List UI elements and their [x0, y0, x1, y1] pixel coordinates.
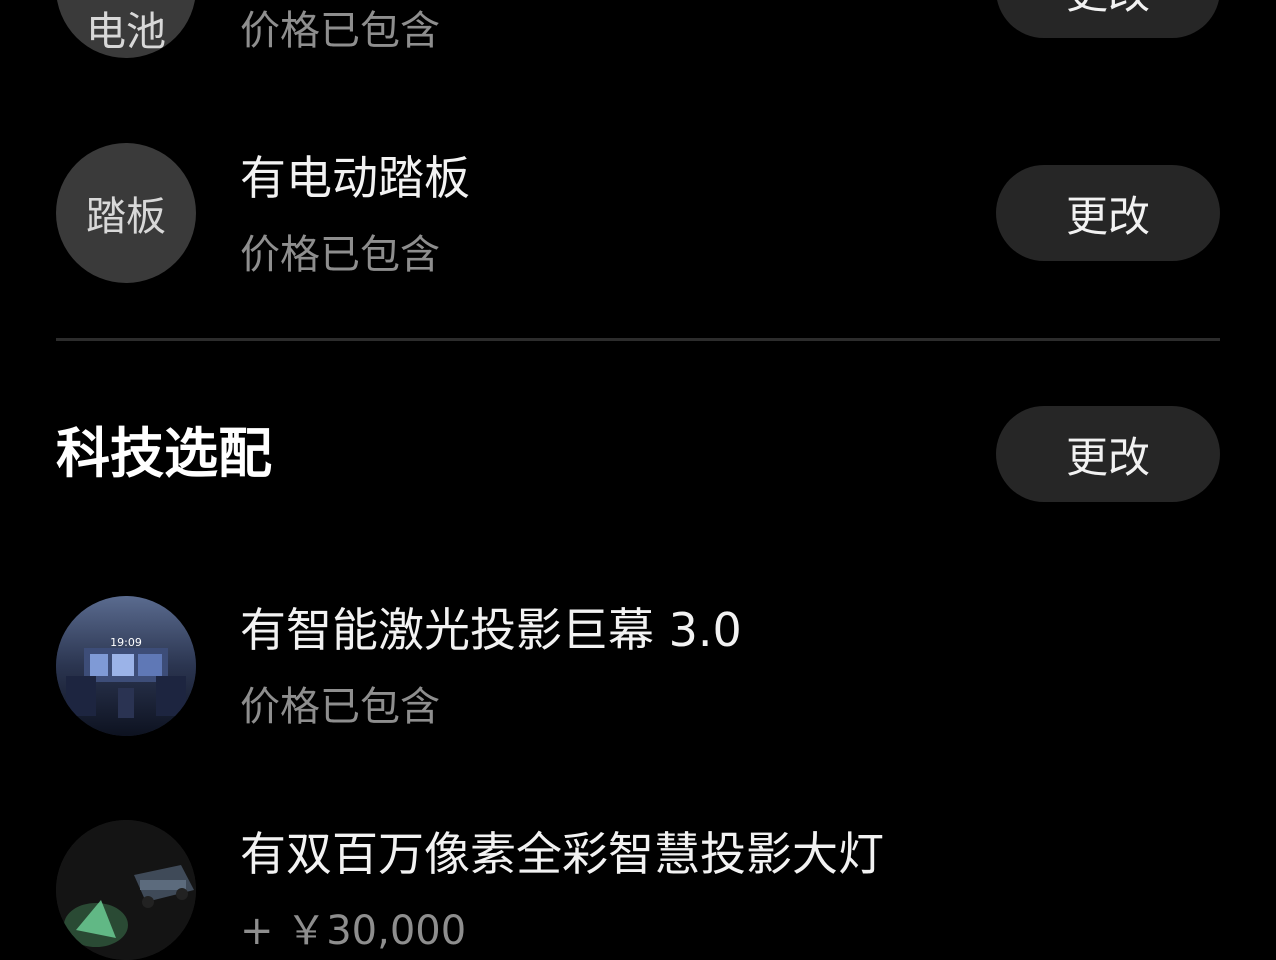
- running-board-icon-label: 踏板: [86, 194, 166, 240]
- option-title: 有智能激光投影巨幕 3.0: [240, 603, 742, 657]
- option-subtitle: 价格已包含: [240, 8, 440, 54]
- running-board-icon: 踏板: [56, 143, 196, 283]
- section-title-tech: 科技选配: [56, 422, 272, 485]
- change-button-label: 更改: [1065, 191, 1150, 241]
- section-divider: [56, 338, 1220, 341]
- option-title: 有双百万像素全彩智慧投影大灯: [240, 827, 884, 881]
- projection-screen-interior-icon: 19:09: [56, 596, 196, 736]
- tech-change-button[interactable]: 更改: [996, 406, 1220, 502]
- change-button-label: 更改: [1066, 0, 1150, 21]
- option-subtitle: 价格已包含: [240, 684, 440, 730]
- option-icon-label: 电池: [86, 9, 166, 55]
- projection-time-text: 19:09: [110, 636, 142, 649]
- change-button[interactable]: 更改: [996, 0, 1220, 38]
- change-button-label: 更改: [1065, 432, 1150, 482]
- option-title: 有电动踏板: [240, 151, 470, 205]
- option-subtitle: 价格已包含: [240, 232, 440, 278]
- headlight-projection-car-icon: [56, 820, 196, 960]
- change-button[interactable]: 更改: [996, 165, 1220, 261]
- option-price: + ￥30,000: [240, 908, 467, 954]
- option-icon-badge: 电池: [56, 0, 196, 58]
